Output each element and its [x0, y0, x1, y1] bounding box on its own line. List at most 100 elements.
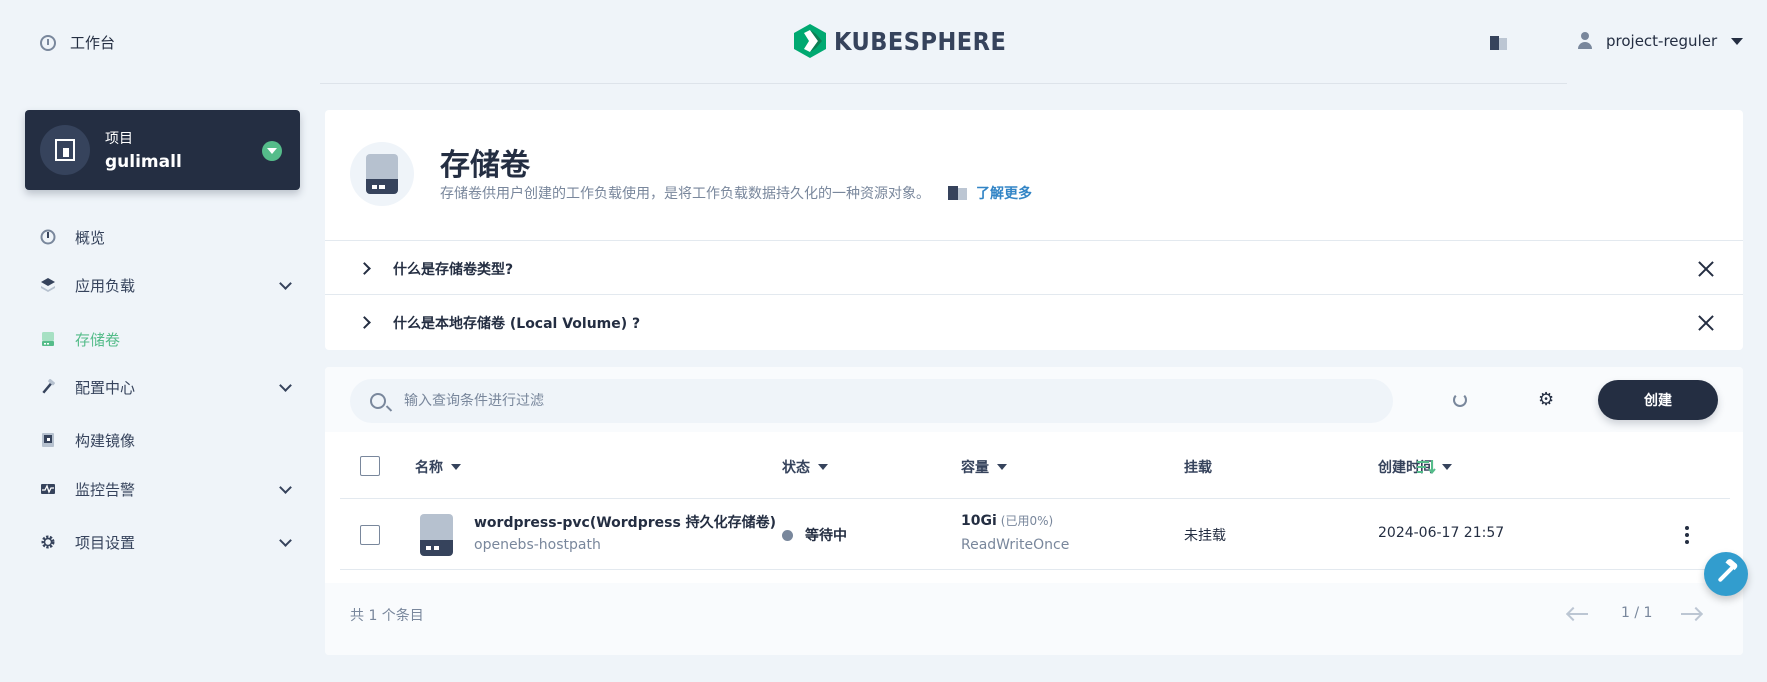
learn-more-link[interactable]: 了解更多: [948, 183, 1032, 203]
project-selector[interactable]: 项目 gulimall: [25, 110, 300, 190]
user-menu[interactable]: project-reguler: [1578, 32, 1744, 50]
sidebar-item-workloads[interactable]: 应用负载: [40, 270, 292, 300]
total-count: 共 1 个条目: [350, 608, 424, 624]
sidebar-item-volumes[interactable]: 存储卷: [40, 324, 290, 354]
close-icon[interactable]: [1697, 314, 1715, 332]
sidebar-item-label: 应用负载: [75, 276, 136, 295]
project-type-label: 项目: [105, 131, 133, 147]
select-all-checkbox[interactable]: [360, 456, 380, 476]
column-created[interactable]: 创建时间: [1378, 457, 1452, 477]
sidebar-item-label: 存储卷: [75, 330, 121, 349]
mount-status: 未挂载: [1184, 528, 1226, 544]
chevron-down-icon: [279, 277, 292, 290]
sidebar-item-monitoring[interactable]: 监控告警: [40, 474, 292, 504]
page-header: 存储卷 存储卷供用户创建的工作负载使用，是将工作负载数据持久化的一种资源对象。 …: [325, 110, 1743, 241]
project-building-icon: [55, 139, 75, 161]
page-title: 存储卷: [440, 148, 530, 183]
column-name[interactable]: 名称: [415, 457, 461, 477]
search-icon: [370, 393, 386, 409]
project-dropdown-icon[interactable]: [262, 141, 282, 161]
chevron-right-icon: [358, 316, 371, 329]
sort-caret-icon: [1442, 464, 1452, 470]
search-box[interactable]: [350, 379, 1393, 423]
table-header: 名称 状态 容量 挂载 创建时间: [340, 433, 1730, 499]
sidebar-item-project-settings[interactable]: 项目设置: [40, 527, 292, 557]
search-input[interactable]: [404, 393, 1204, 409]
sidebar-item-image-builder[interactable]: 构建镜像: [40, 425, 290, 455]
table-footer: 共 1 个条目 1 / 1: [325, 583, 1743, 655]
workbench-link[interactable]: 工作台: [40, 32, 115, 53]
column-label: 状态: [782, 460, 810, 476]
disk-icon: [420, 514, 453, 556]
page-header-card: 存储卷 存储卷供用户创建的工作负载使用，是将工作负载数据持久化的一种资源对象。 …: [325, 110, 1743, 350]
sort-caret-icon: [818, 464, 828, 470]
storage-icon: [40, 331, 56, 347]
created-time: 2024-06-17 21:57: [1378, 525, 1505, 541]
toolbox-hammer-icon[interactable]: [1704, 552, 1748, 596]
column-status[interactable]: 状态: [782, 457, 828, 477]
sort-order-icon[interactable]: [1417, 460, 1436, 474]
sidebar-item-config-center[interactable]: 配置中心: [40, 372, 292, 402]
column-label: 挂载: [1184, 460, 1212, 476]
username: project-reguler: [1606, 32, 1718, 50]
dashboard-icon: [40, 229, 56, 245]
page-indicator: 1 / 1: [1621, 605, 1653, 621]
top-divider: [320, 83, 1567, 84]
row-checkbox[interactable]: [360, 525, 380, 545]
gear-icon: [40, 534, 56, 550]
column-capacity[interactable]: 容量: [961, 457, 1007, 477]
access-mode: ReadWriteOnce: [961, 537, 1070, 553]
capacity-usage: (已用0%): [1000, 514, 1054, 528]
layers-icon: [40, 277, 56, 293]
workbench-label: 工作台: [70, 34, 116, 52]
close-icon[interactable]: [1697, 260, 1715, 278]
sidebar-item-label: 概览: [75, 228, 106, 247]
next-page-icon[interactable]: [1681, 613, 1701, 615]
book-icon: [948, 186, 968, 200]
documentation-icon[interactable]: [1490, 36, 1508, 50]
sidebar-item-overview[interactable]: 概览: [40, 222, 290, 252]
volumes-table-card: ⚙ 创建 名称 状态 容量 挂载 创建时间 wordpress: [325, 367, 1743, 655]
create-button[interactable]: 创建: [1598, 380, 1718, 420]
kubesphere-logo[interactable]: KUBESPHERE: [794, 24, 1006, 58]
logo-text: KUBESPHERE: [834, 26, 1007, 56]
kubesphere-logo-icon: [794, 24, 826, 58]
page-description: 存储卷供用户创建的工作负载使用，是将工作负载数据持久化的一种资源对象。: [440, 186, 930, 202]
volume-icon: [350, 142, 414, 206]
chevron-down-icon: [279, 534, 292, 547]
faq-label: 什么是存储卷类型?: [393, 261, 514, 278]
hammer-icon: [40, 378, 56, 395]
sidebar-item-label: 项目设置: [75, 533, 136, 552]
chevron-down-icon: [279, 481, 292, 494]
top-bar: 工作台 KUBESPHERE project-reguler: [0, 0, 1767, 84]
project-name: gulimall: [105, 152, 182, 172]
status-badge: 等待中: [782, 525, 847, 545]
capacity: 10Gi (已用0%): [961, 512, 1053, 529]
chevron-down-icon: [1731, 37, 1744, 45]
volume-name-link[interactable]: wordpress-pvc(Wordpress 持久化存储卷): [474, 512, 776, 532]
refresh-icon[interactable]: [1453, 393, 1467, 407]
status-text: 等待中: [805, 528, 847, 544]
capacity-value: 10Gi: [961, 513, 997, 529]
more-actions-icon[interactable]: [1685, 526, 1689, 544]
table-row[interactable]: wordpress-pvc(Wordpress 持久化存储卷) openebs-…: [340, 500, 1730, 570]
page-description-row: 存储卷供用户创建的工作负载使用，是将工作负载数据持久化的一种资源对象。 了解更多: [440, 183, 1032, 203]
chevron-right-icon: [358, 262, 371, 275]
prev-page-icon[interactable]: [1568, 613, 1588, 615]
column-mount: 挂载: [1184, 457, 1212, 477]
faq-volume-types[interactable]: 什么是存储卷类型?: [325, 240, 1743, 296]
sidebar-item-label: 监控告警: [75, 480, 136, 499]
column-label: 名称: [415, 460, 443, 476]
faq-label: 什么是本地存储卷 (Local Volume) ?: [393, 315, 641, 332]
column-label: 容量: [961, 460, 989, 476]
sort-caret-icon: [997, 464, 1007, 470]
learn-more-label: 了解更多: [976, 186, 1032, 202]
storage-class: openebs-hostpath: [474, 537, 601, 553]
sidebar-item-label: 配置中心: [75, 378, 136, 397]
sidebar-item-label: 构建镜像: [75, 431, 136, 450]
faq-local-volume[interactable]: 什么是本地存储卷 (Local Volume) ?: [325, 294, 1743, 350]
image-icon: [40, 432, 56, 448]
table-settings-icon[interactable]: ⚙: [1538, 391, 1554, 409]
project-avatar: [40, 125, 90, 175]
dashboard-icon: [40, 34, 56, 51]
